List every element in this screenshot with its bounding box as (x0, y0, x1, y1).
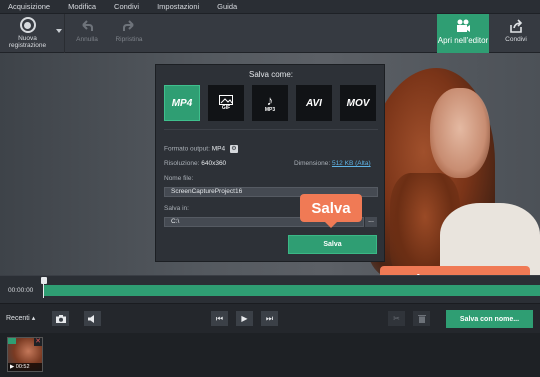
caret-up-icon: ▴ (31, 315, 36, 322)
menu-bar: Acquisizione Modifica Condivi Impostazio… (0, 0, 540, 14)
new-recording-label: Nuova registrazione (8, 35, 47, 49)
recent-duration-value: 00:52 (15, 364, 30, 370)
music-note-icon: ♪ (266, 92, 274, 108)
film-camera-icon (457, 19, 470, 32)
volume-button[interactable] (84, 311, 101, 326)
gear-icon[interactable]: ⚙ (229, 145, 238, 153)
output-format-label: Formato output: (164, 145, 210, 153)
cut-button[interactable]: ✂ (388, 311, 405, 326)
toolbar: Nuova registrazione Annulla Ripristina A… (0, 14, 540, 53)
record-icon (19, 17, 36, 33)
trash-icon (417, 315, 426, 323)
format-mp4-label: MP4 (171, 97, 193, 109)
recent-recording-thumbnail[interactable]: ✕ ▶ 00:52 (7, 337, 43, 372)
size-row: Dimensione: 512 KB (Alta) (294, 160, 371, 167)
filename-label: Nome file: (164, 175, 194, 182)
undo-button[interactable]: Annulla (70, 14, 104, 53)
play-icon: ▶ (241, 314, 248, 323)
format-mov-label: MOV (346, 97, 370, 109)
output-format-value: MP4 (211, 145, 226, 153)
format-mov[interactable]: MOV (340, 85, 376, 121)
previous-button[interactable]: ⏮ (211, 311, 228, 326)
undo-label: Annulla (76, 36, 98, 43)
video-subject-shirt (440, 203, 540, 275)
scissors-icon: ✂ (393, 314, 400, 323)
redo-label: Ripristina (115, 36, 143, 43)
camera-icon (55, 314, 66, 323)
delete-button[interactable] (413, 311, 430, 326)
menu-condivi[interactable]: Condivi (114, 2, 139, 11)
dialog-save-button[interactable]: Salva (288, 235, 377, 254)
timeline-track[interactable] (44, 285, 540, 296)
size-label: Dimensione: (294, 160, 331, 167)
size-value-link[interactable]: 512 KB (Alta) (332, 160, 371, 167)
open-in-editor-label: Apri nell'editor (437, 36, 489, 45)
format-mp3-label: MP3 (264, 106, 276, 113)
output-format-row: Formato output: MP4 ⚙ (164, 145, 238, 153)
folder-icon (8, 338, 16, 344)
toolbar-divider (64, 14, 65, 53)
resolution-row: Risoluzione: 640x360 (164, 160, 226, 167)
close-icon[interactable]: ✕ (34, 338, 42, 346)
record-dropdown-icon[interactable] (56, 29, 62, 33)
menu-guida[interactable]: Guida (217, 2, 237, 11)
recents-toggle[interactable]: Recenti ▴ (6, 314, 35, 322)
resolution-label: Risoluzione: (164, 160, 200, 167)
image-icon (219, 95, 233, 105)
controls-bar: Recenti ▴ ⏮ ▶ ⏭ ✂ Salva con nome... (0, 303, 540, 333)
save-tooltip: Salva (300, 194, 362, 228)
play-button[interactable]: ▶ (236, 311, 253, 326)
skip-back-icon: ⏮ (215, 313, 224, 323)
format-gif-label: GIF (221, 105, 231, 111)
format-gif[interactable]: GIF (208, 85, 244, 121)
video-subject-face (430, 88, 490, 178)
save-as-button[interactable]: Salva con nome... (446, 310, 533, 328)
browse-button[interactable]: ... (365, 217, 377, 227)
share-icon (510, 19, 523, 33)
timecode: 00:00:00 (8, 287, 34, 294)
save-as-dialog: Salva come: MP4 GIF ♪ MP3 AVI MOV Format… (155, 64, 385, 262)
next-button[interactable]: ⏭ (261, 311, 278, 326)
format-avi-label: AVI (306, 97, 322, 109)
playhead-knob[interactable] (41, 277, 47, 284)
savein-label: Salva in: (164, 205, 189, 212)
snapshot-button[interactable] (52, 311, 69, 326)
open-in-editor-button[interactable]: Apri nell'editor (437, 14, 489, 53)
new-recording-button[interactable]: Nuova registrazione (0, 14, 55, 53)
timeline: 00:00:00 (0, 275, 540, 303)
speaker-icon (88, 314, 94, 323)
playhead-line (43, 284, 44, 298)
format-mp3[interactable]: ♪ MP3 (252, 85, 288, 121)
recent-duration: ▶ 00:52 (8, 363, 42, 371)
skip-forward-icon: ⏭ (265, 313, 274, 323)
resolution-value: 640x360 (201, 160, 227, 167)
share-button[interactable]: Condivi (494, 14, 538, 53)
menu-modifica[interactable]: Modifica (68, 2, 96, 11)
format-mp4[interactable]: MP4 (164, 85, 200, 121)
recents-panel: ✕ ▶ 00:52 (0, 333, 540, 377)
menu-acquisizione[interactable]: Acquisizione (8, 2, 50, 11)
share-label: Condivi (505, 36, 527, 43)
format-avi[interactable]: AVI (296, 85, 332, 121)
redo-button[interactable]: Ripristina (110, 14, 148, 53)
dialog-title: Salva come: (248, 70, 294, 79)
redo-icon (123, 20, 134, 31)
undo-icon (82, 20, 93, 31)
recents-label: Recenti (6, 315, 30, 322)
menu-impostazioni[interactable]: Impostazioni (157, 2, 199, 11)
playhead[interactable] (41, 277, 47, 298)
dialog-divider (164, 129, 378, 130)
